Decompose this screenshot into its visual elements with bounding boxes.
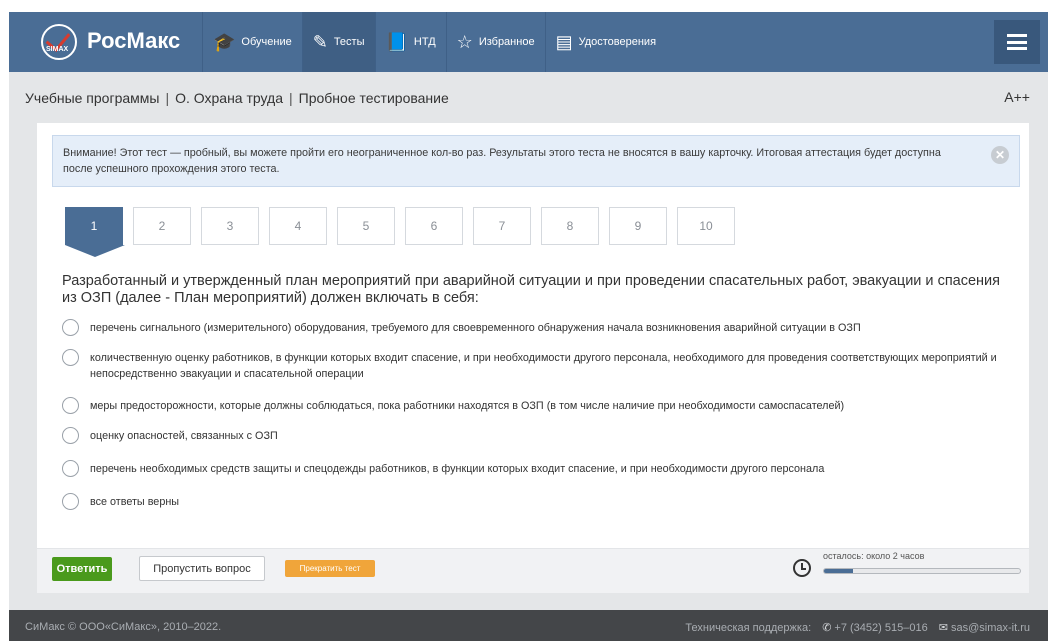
answer-label: оценку опасностей, связанных с ОЗП: [90, 430, 278, 442]
question-tab-5[interactable]: 5: [337, 207, 395, 245]
time-remaining-text: осталось: около 2 часов: [823, 551, 925, 561]
breadcrumb-item-course[interactable]: О. Охрана труда: [175, 90, 283, 106]
nav-item-favorites[interactable]: ☆ Избранное: [445, 12, 545, 72]
brand-name: РосМакс: [87, 28, 181, 53]
breadcrumb-separator: |: [165, 90, 170, 106]
question-tab-7[interactable]: 7: [473, 207, 531, 245]
support-info: Техническая поддержка: ✆ +7 (3452) 515–01…: [685, 621, 1030, 634]
question-tab-4[interactable]: 4: [269, 207, 327, 245]
radio-button[interactable]: [62, 397, 79, 414]
answer-label: количественную оценку работников, в функ…: [90, 352, 997, 380]
answer-label: меры предосторожности, которые должны со…: [90, 400, 845, 412]
radio-button[interactable]: [62, 319, 79, 336]
hamburger-icon: [1007, 34, 1027, 50]
question-tab-9[interactable]: 9: [609, 207, 667, 245]
support-email[interactable]: sas@simax-it.ru: [951, 622, 1030, 634]
font-size-toggle[interactable]: A++: [1004, 89, 1030, 105]
app-window: SIMAX РосМакс 🎓 Обучение ✎ Тесты 📘 НТД ☆…: [9, 12, 1048, 641]
nav-item-training[interactable]: 🎓 Обучение: [202, 12, 302, 72]
answer-label: все ответы верны: [90, 496, 180, 508]
phone-icon: ✆: [822, 622, 832, 634]
answer-label: перечень сигнального (измерительного) об…: [90, 322, 861, 334]
nav-item-label: Избранное: [478, 36, 535, 48]
close-icon[interactable]: ✕: [991, 146, 1009, 164]
nav-item-tests[interactable]: ✎ Тесты: [301, 12, 375, 72]
question-tab-8[interactable]: 8: [541, 207, 599, 245]
question-text: Разработанный и утвержденный план меропр…: [62, 273, 1001, 306]
breadcrumb-separator: |: [289, 90, 293, 106]
top-navbar: SIMAX РосМакс 🎓 Обучение ✎ Тесты 📘 НТД ☆…: [9, 12, 1048, 72]
support-phone[interactable]: +7 (3452) 515–016: [834, 622, 927, 634]
copyright-text: СиМакс © ООО«СиМакс», 2010–2022.: [25, 621, 222, 633]
nav-item-ntd[interactable]: 📘 НТД: [374, 12, 446, 72]
test-panel: Внимание! Этот тест — пробный, вы можете…: [37, 123, 1029, 593]
nav-item-label: НТД: [413, 36, 436, 48]
nav-item-label: Удостоверения: [578, 36, 657, 48]
nav-item-label: Тесты: [333, 36, 365, 48]
radio-button[interactable]: [62, 349, 79, 366]
site-footer: СиМакс © ООО«СиМакс», 2010–2022. Техниче…: [9, 610, 1048, 641]
brand[interactable]: SIMAX РосМакс: [9, 12, 199, 72]
radio-button[interactable]: [62, 460, 79, 477]
radio-button[interactable]: [62, 493, 79, 510]
alert-text: Внимание! Этот тест — пробный, вы можете…: [63, 147, 941, 175]
time-progress-bar: [823, 568, 1021, 574]
nav-item-label: Обучение: [241, 36, 292, 48]
simax-logo-icon: SIMAX: [41, 24, 77, 60]
logo-text: SIMAX: [46, 46, 69, 53]
stop-test-button[interactable]: Прекратить тест: [285, 560, 375, 577]
test-actions-bar: Ответить Пропустить вопрос Прекратить те…: [37, 548, 1029, 593]
breadcrumb-item-current: Пробное тестирование: [298, 90, 449, 106]
answer-label: перечень необходимых средств защиты и сп…: [90, 463, 825, 475]
envelope-icon: ✉: [938, 622, 948, 634]
nav-menu: 🎓 Обучение ✎ Тесты 📘 НТД ☆ Избранное ▤ У…: [202, 12, 666, 72]
clock-icon: [793, 559, 811, 577]
radio-button[interactable]: [62, 427, 79, 444]
hamburger-menu-button[interactable]: [994, 20, 1040, 64]
id-card-icon: ▤: [555, 31, 573, 52]
edit-icon: ✎: [312, 31, 328, 52]
star-icon: ☆: [456, 31, 473, 52]
question-tab-2[interactable]: 2: [133, 207, 191, 245]
info-alert: Внимание! Этот тест — пробный, вы можете…: [52, 135, 1020, 187]
book-icon: 📘: [385, 31, 408, 52]
question-tab-6[interactable]: 6: [405, 207, 463, 245]
time-progress-fill: [824, 569, 854, 573]
question-tab-1[interactable]: 1: [65, 207, 125, 257]
breadcrumb: Учебные программы | О. Охрана труда | Пробно…: [25, 90, 449, 106]
graduation-cap-icon: 🎓: [213, 31, 236, 52]
support-label: Техническая поддержка:: [685, 622, 812, 634]
nav-item-certificates[interactable]: ▤ Удостоверения: [544, 12, 666, 72]
skip-question-button[interactable]: Пропустить вопрос: [139, 556, 265, 581]
answer-button[interactable]: Ответить: [52, 557, 112, 581]
breadcrumb-bar: Учебные программы | О. Охрана труда | Пробно…: [9, 72, 1048, 122]
question-tab-10[interactable]: 10: [677, 207, 735, 245]
question-tab-3[interactable]: 3: [201, 207, 259, 245]
breadcrumb-item-programs[interactable]: Учебные программы: [25, 90, 159, 106]
